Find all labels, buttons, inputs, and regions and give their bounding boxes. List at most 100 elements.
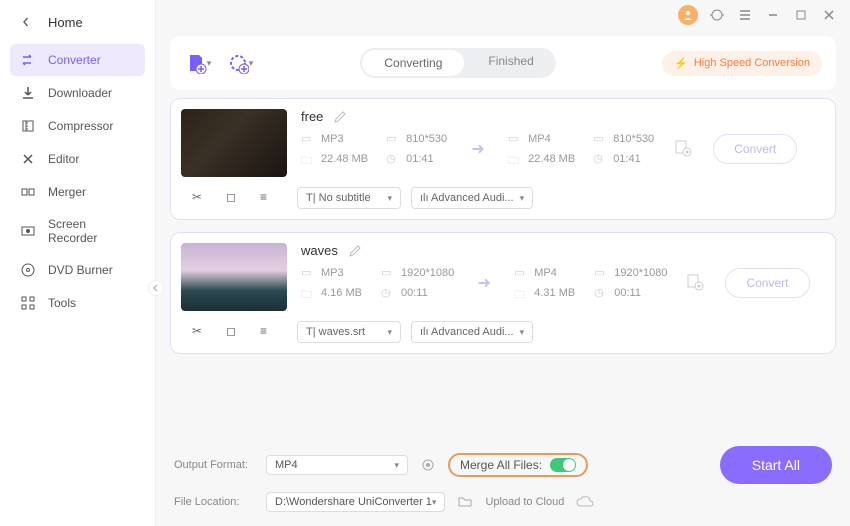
tab-converting[interactable]: Converting <box>362 50 464 76</box>
chevron-down-icon: ▾ <box>249 58 254 69</box>
format-icon: ▭ <box>514 266 528 280</box>
sidebar-item-dvd-burner[interactable]: DVD Burner <box>10 254 145 286</box>
close-button[interactable] <box>820 6 838 24</box>
clock-icon: ◷ <box>381 286 395 300</box>
merge-all-files-toggle: Merge All Files: <box>448 453 588 477</box>
resolution-icon: ▭ <box>381 266 395 280</box>
editor-icon <box>20 151 36 167</box>
start-all-button[interactable]: Start All <box>720 446 832 484</box>
edit-title-icon[interactable] <box>348 244 362 258</box>
output-format-select[interactable]: MP4▾ <box>266 455 408 475</box>
src-dur: 00:11 <box>401 287 428 299</box>
format-icon: ▭ <box>508 132 522 146</box>
convert-button[interactable]: Convert <box>713 134 797 164</box>
high-speed-badge[interactable]: ⚡ High Speed Conversion <box>662 51 822 76</box>
sidebar: Home Converter Downloader Compressor Edi… <box>0 0 156 526</box>
folder-icon: 🗀 <box>301 152 315 166</box>
add-file-button[interactable]: ▾ <box>184 49 212 77</box>
clock-icon: ◷ <box>593 152 607 166</box>
dst-size: 22.48 MB <box>528 153 575 165</box>
add-from-source-button[interactable]: ▾ <box>226 49 254 77</box>
src-format: MP3 <box>321 267 344 279</box>
open-folder-icon[interactable] <box>457 494 473 510</box>
maximize-button[interactable] <box>792 6 810 24</box>
sidebar-item-tools[interactable]: Tools <box>10 287 145 319</box>
sidebar-item-converter[interactable]: Converter <box>10 44 145 76</box>
file-card: waves ▭MP3 🗀4.16 MB ▭1920*1080 ◷00:11 <box>170 232 836 354</box>
sidebar-item-screen-recorder[interactable]: Screen Recorder <box>10 209 145 253</box>
output-settings-icon[interactable] <box>685 272 707 294</box>
recorder-icon <box>20 223 36 239</box>
sidebar-collapse-button[interactable] <box>148 280 164 296</box>
video-thumbnail[interactable] <box>181 109 287 177</box>
sidebar-item-label: Merger <box>48 185 86 199</box>
file-list: free ▭MP3 🗀22.48 MB ▭810*530 ◷01:41 <box>170 98 836 436</box>
convert-button[interactable]: Convert <box>725 268 809 298</box>
arrow-icon: ➜ <box>472 273 496 293</box>
dvd-icon <box>20 262 36 278</box>
arrow-icon: ➜ <box>466 139 490 159</box>
sidebar-item-compressor[interactable]: Compressor <box>10 110 145 142</box>
sidebar-item-label: DVD Burner <box>48 263 113 277</box>
trim-icon[interactable]: ✂ <box>192 324 208 340</box>
cloud-icon[interactable] <box>576 495 594 509</box>
sidebar-item-label: Editor <box>48 152 79 166</box>
menu-icon[interactable] <box>736 6 754 24</box>
more-icon[interactable]: ≡ <box>260 324 276 340</box>
upload-cloud-label: Upload to Cloud <box>485 496 564 508</box>
crop-icon[interactable]: ◻ <box>226 190 242 206</box>
dst-res: 810*530 <box>613 133 654 145</box>
convert-icon <box>20 52 36 68</box>
back-button[interactable] <box>18 14 34 30</box>
file-location-label: File Location: <box>174 496 254 508</box>
user-avatar[interactable] <box>678 5 698 25</box>
folder-icon: 🗀 <box>514 286 528 300</box>
more-icon[interactable]: ≡ <box>260 190 276 206</box>
subtitle-dropdown[interactable]: T| No subtitle▾ <box>297 187 401 209</box>
dst-format: MP4 <box>528 133 551 145</box>
output-settings-icon[interactable] <box>673 138 695 160</box>
tab-finished[interactable]: Finished <box>466 48 555 78</box>
file-card: free ▭MP3 🗀22.48 MB ▭810*530 ◷01:41 <box>170 98 836 220</box>
output-format-label: Output Format: <box>174 459 254 471</box>
src-format: MP3 <box>321 133 344 145</box>
audio-dropdown[interactable]: ılı Advanced Audi...▾ <box>411 187 533 209</box>
sidebar-item-label: Downloader <box>48 86 112 100</box>
minimize-button[interactable] <box>764 6 782 24</box>
file-location-select[interactable]: D:\Wondershare UniConverter 1▾ <box>266 492 445 512</box>
output-settings-gear-icon[interactable] <box>420 457 436 473</box>
sidebar-item-label: Tools <box>48 296 76 310</box>
status-tabs: Converting Finished <box>360 48 555 78</box>
merger-icon <box>20 184 36 200</box>
crop-icon[interactable]: ◻ <box>226 324 242 340</box>
file-title: waves <box>301 243 338 258</box>
trim-icon[interactable]: ✂ <box>192 190 208 206</box>
sidebar-item-editor[interactable]: Editor <box>10 143 145 175</box>
window-controls <box>156 0 850 30</box>
sidebar-title: Home <box>48 15 83 30</box>
sidebar-item-label: Compressor <box>48 119 113 133</box>
clock-icon: ◷ <box>386 152 400 166</box>
toolbar-panel: ▾ ▾ Converting Finished ⚡ High Speed Con… <box>170 36 836 90</box>
dst-res: 1920*1080 <box>614 267 667 279</box>
sidebar-item-merger[interactable]: Merger <box>10 176 145 208</box>
resolution-icon: ▭ <box>386 132 400 146</box>
audio-dropdown[interactable]: ılı Advanced Audi...▾ <box>411 321 533 343</box>
src-res: 1920*1080 <box>401 267 454 279</box>
dst-size: 4.31 MB <box>534 287 575 299</box>
video-thumbnail[interactable] <box>181 243 287 311</box>
edit-title-icon[interactable] <box>333 110 347 124</box>
folder-icon: 🗀 <box>508 152 522 166</box>
sidebar-item-downloader[interactable]: Downloader <box>10 77 145 109</box>
subtitle-dropdown[interactable]: T| waves.srt▾ <box>297 321 401 343</box>
merge-switch[interactable] <box>550 458 576 472</box>
footer: Output Format: MP4▾ Merge All Files: Sta… <box>156 436 850 526</box>
tools-icon <box>20 295 36 311</box>
file-title: free <box>301 109 323 124</box>
format-icon: ▭ <box>301 132 315 146</box>
compress-icon <box>20 118 36 134</box>
high-speed-label: High Speed Conversion <box>694 57 810 69</box>
sidebar-item-label: Converter <box>48 53 101 67</box>
support-icon[interactable] <box>708 6 726 24</box>
bolt-icon: ⚡ <box>674 57 688 70</box>
